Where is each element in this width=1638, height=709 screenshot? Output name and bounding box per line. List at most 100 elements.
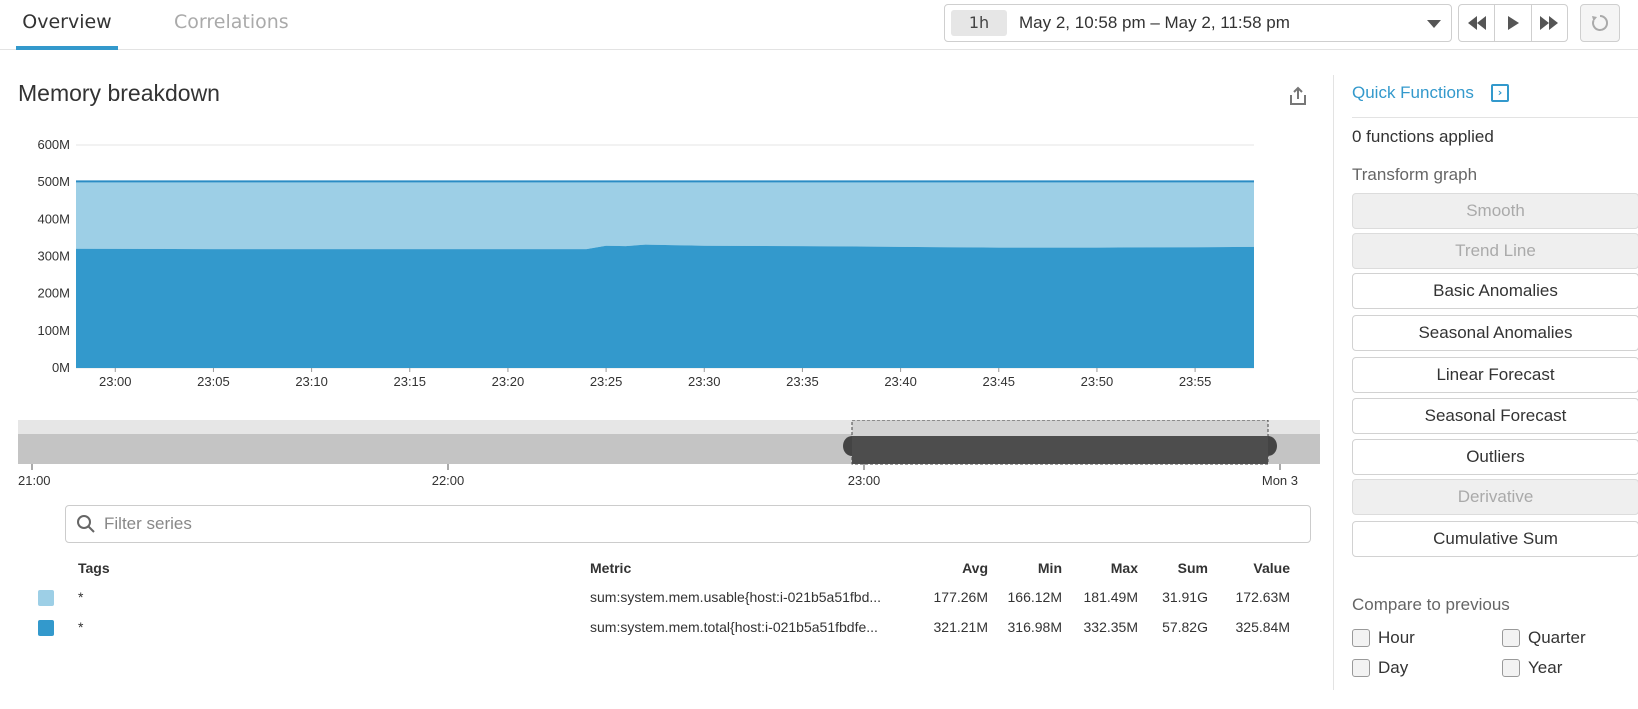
row-avg: 321.21M	[933, 619, 988, 635]
nav-tick-label: 21:00	[18, 473, 51, 488]
header-tags[interactable]: Tags	[78, 560, 110, 576]
x-tick-label: 23:30	[688, 374, 721, 389]
functions-applied-count: 0 functions applied	[1352, 127, 1494, 146]
chart-svg: 0M 100M 200M 300M 400M 500M 600M 23:00 23:05 23:1…	[37, 137, 1254, 389]
play-button[interactable]	[1495, 5, 1532, 41]
trend-line-button[interactable]: Trend Line	[1352, 233, 1638, 269]
time-range-label: May 2, 10:58 pm – May 2, 11:58 pm	[1019, 13, 1290, 32]
tab-correlations[interactable]: Correlations	[174, 0, 289, 50]
outliers-button[interactable]: Outliers	[1352, 439, 1638, 475]
y-tick-label: 0M	[52, 360, 70, 375]
row-value: 172.63M	[1235, 589, 1290, 605]
navigator-svg: 21:00 22:00 23:00 Mon 3	[18, 419, 1320, 488]
rewind-icon	[1467, 16, 1486, 30]
header-max[interactable]: Max	[1074, 560, 1138, 576]
tab-overview[interactable]: Overview	[16, 0, 118, 50]
reset-button[interactable]	[1580, 4, 1620, 42]
seasonal-forecast-button[interactable]: Seasonal Forecast	[1352, 398, 1638, 434]
y-tick-label: 600M	[37, 137, 70, 152]
derivative-button[interactable]: Derivative	[1352, 479, 1638, 515]
checkbox-label: Year	[1528, 658, 1563, 677]
filter-series-input[interactable]	[104, 506, 1284, 542]
row-avg: 177.26M	[933, 589, 988, 605]
top-bar: Overview Correlations 1h May 2, 10:58 pm…	[0, 0, 1638, 50]
share-icon[interactable]	[1286, 84, 1310, 108]
chevron-down-icon	[1427, 20, 1441, 28]
expand-panel-icon[interactable]: ›	[1491, 84, 1509, 102]
y-tick-label: 500M	[37, 174, 70, 189]
header-sum[interactable]: Sum	[1150, 560, 1208, 576]
checkbox-box[interactable]	[1502, 629, 1520, 647]
filter-series	[65, 505, 1311, 543]
x-tick-label: 23:55	[1179, 374, 1212, 389]
row-metric: sum:system.mem.total{host:i-021b5a51fbdf…	[590, 619, 878, 635]
checkbox-label: Hour	[1378, 628, 1415, 647]
row-tags: *	[78, 589, 84, 605]
cumulative-sum-button[interactable]: Cumulative Sum	[1352, 521, 1638, 557]
seasonal-anomalies-button[interactable]: Seasonal Anomalies	[1352, 315, 1638, 351]
nav-tick-label: 23:00	[848, 473, 881, 488]
compare-year-checkbox[interactable]: Year	[1502, 658, 1562, 678]
header-metric[interactable]: Metric	[590, 560, 631, 576]
quick-functions-sidebar: Quick Functions › 0 functions applied Tr…	[1333, 75, 1638, 690]
checkbox-label: Quarter	[1528, 628, 1586, 647]
compare-hour-checkbox[interactable]: Hour	[1352, 628, 1415, 648]
divider	[1352, 117, 1638, 118]
legend-row-total[interactable]: * sum:system.mem.total{host:i-021b5a51fb…	[0, 616, 1320, 646]
compare-quarter-checkbox[interactable]: Quarter	[1502, 628, 1586, 648]
time-range-picker[interactable]: 1h May 2, 10:58 pm – May 2, 11:58 pm	[944, 4, 1452, 42]
reset-icon	[1592, 14, 1609, 31]
checkbox-label: Day	[1378, 658, 1409, 677]
basic-anomalies-button[interactable]: Basic Anomalies	[1352, 273, 1638, 309]
header-value[interactable]: Value	[1220, 560, 1290, 576]
series-area-usable	[76, 181, 1254, 250]
time-span-badge: 1h	[951, 10, 1007, 36]
header-min[interactable]: Min	[1000, 560, 1062, 576]
nav-tick-label: 22:00	[432, 473, 465, 488]
series-area-total	[76, 244, 1254, 368]
x-tick-label: 23:25	[590, 374, 623, 389]
y-tick-label: 200M	[37, 286, 70, 301]
x-tick-label: 23:35	[786, 374, 819, 389]
rewind-button[interactable]	[1459, 5, 1496, 41]
transform-graph-label: Transform graph	[1352, 165, 1478, 184]
row-value: 325.84M	[1235, 619, 1290, 635]
compare-to-previous-label: Compare to previous	[1352, 595, 1510, 614]
row-sum: 31.91G	[1162, 589, 1208, 605]
x-tick-label: 23:50	[1081, 374, 1114, 389]
row-max: 181.49M	[1083, 589, 1138, 605]
linear-forecast-button[interactable]: Linear Forecast	[1352, 357, 1638, 393]
x-tick-label: 23:20	[492, 374, 525, 389]
play-icon	[1507, 16, 1519, 30]
row-min: 316.98M	[1007, 619, 1062, 635]
x-tick-label: 23:40	[884, 374, 917, 389]
memory-chart[interactable]: 0M 100M 200M 300M 400M 500M 600M 23:00 23:05 23:1…	[0, 130, 1320, 410]
y-tick-label: 100M	[37, 323, 70, 338]
fast-forward-icon	[1540, 16, 1559, 30]
legend-row-usable[interactable]: * sum:system.mem.usable{host:i-021b5a51f…	[0, 586, 1320, 616]
quick-functions-link[interactable]: Quick Functions	[1352, 83, 1474, 103]
x-tick-label: 23:15	[393, 374, 426, 389]
playback-controls	[1458, 4, 1568, 42]
checkbox-box[interactable]	[1352, 629, 1370, 647]
x-tick-label: 23:45	[982, 374, 1015, 389]
row-sum: 57.82G	[1162, 619, 1208, 635]
time-navigator[interactable]: 21:00 22:00 23:00 Mon 3	[18, 419, 1320, 490]
series-color-swatch	[38, 590, 54, 606]
checkbox-box[interactable]	[1502, 659, 1520, 677]
header-avg[interactable]: Avg	[930, 560, 988, 576]
row-min: 166.12M	[1007, 589, 1062, 605]
smooth-button[interactable]: Smooth	[1352, 193, 1638, 229]
y-tick-label: 400M	[37, 211, 70, 226]
row-tags: *	[78, 619, 84, 635]
row-max: 332.35M	[1083, 619, 1138, 635]
navigator-selection-fill	[852, 436, 1268, 464]
y-tick-label: 300M	[37, 249, 70, 264]
series-color-swatch	[38, 620, 54, 636]
fast-forward-button[interactable]	[1532, 5, 1567, 41]
graph-title: Memory breakdown	[18, 80, 220, 106]
checkbox-box[interactable]	[1352, 659, 1370, 677]
compare-day-checkbox[interactable]: Day	[1352, 658, 1408, 678]
x-tick-label: 23:00	[99, 374, 132, 389]
search-icon	[77, 515, 95, 533]
